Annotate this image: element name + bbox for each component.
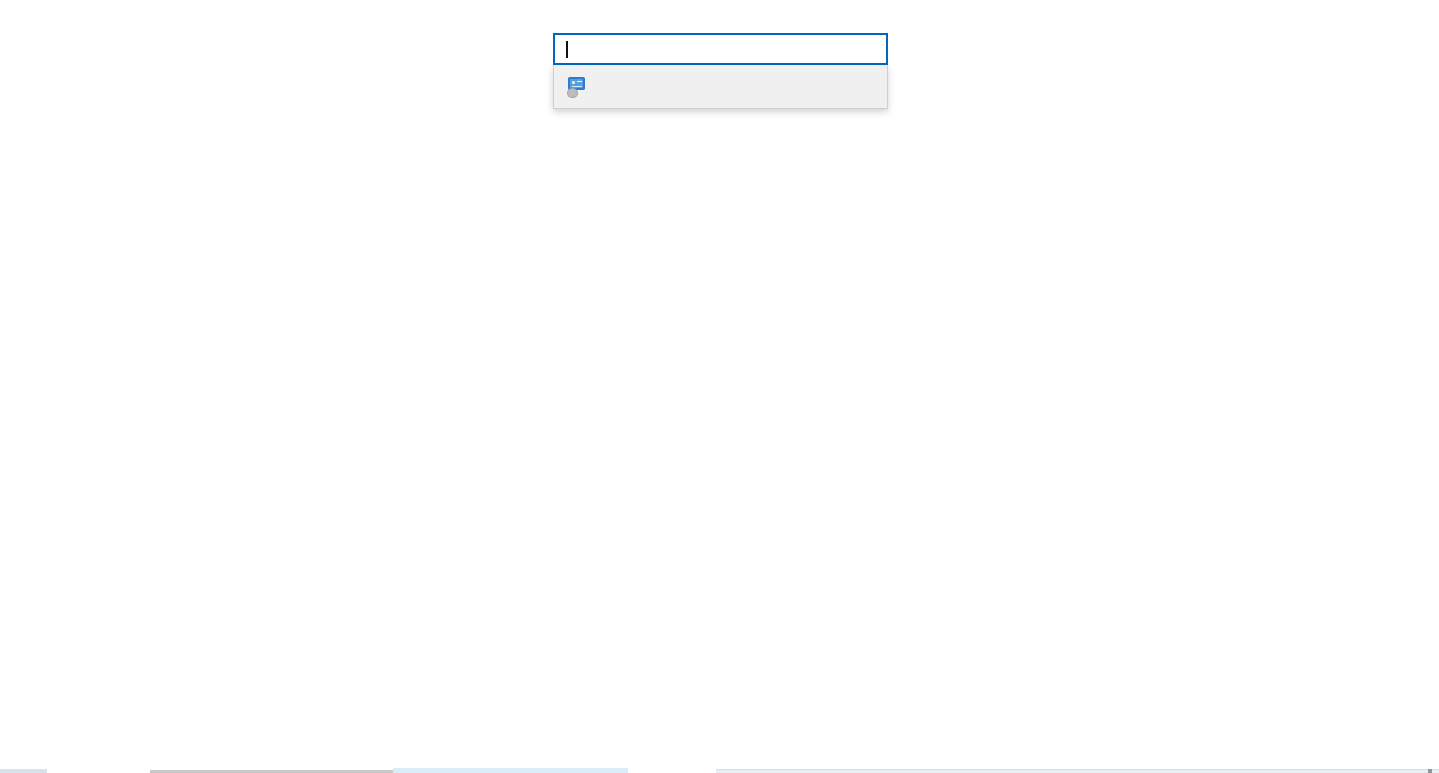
bottom-edge-artifact: [393, 768, 628, 773]
bottom-edge-artifact: [716, 769, 1439, 773]
suggestion-control-panel[interactable]: [554, 65, 887, 108]
settings-search: [553, 33, 888, 109]
bottom-edge-artifact: [1428, 769, 1432, 773]
search-suggestion-panel: [553, 65, 888, 109]
bottom-edge-artifact: [0, 769, 47, 773]
control-panel-icon: [567, 77, 589, 97]
text-caret: [566, 41, 568, 58]
clear-search-icon[interactable]: [856, 38, 878, 60]
search-input[interactable]: [553, 33, 888, 65]
